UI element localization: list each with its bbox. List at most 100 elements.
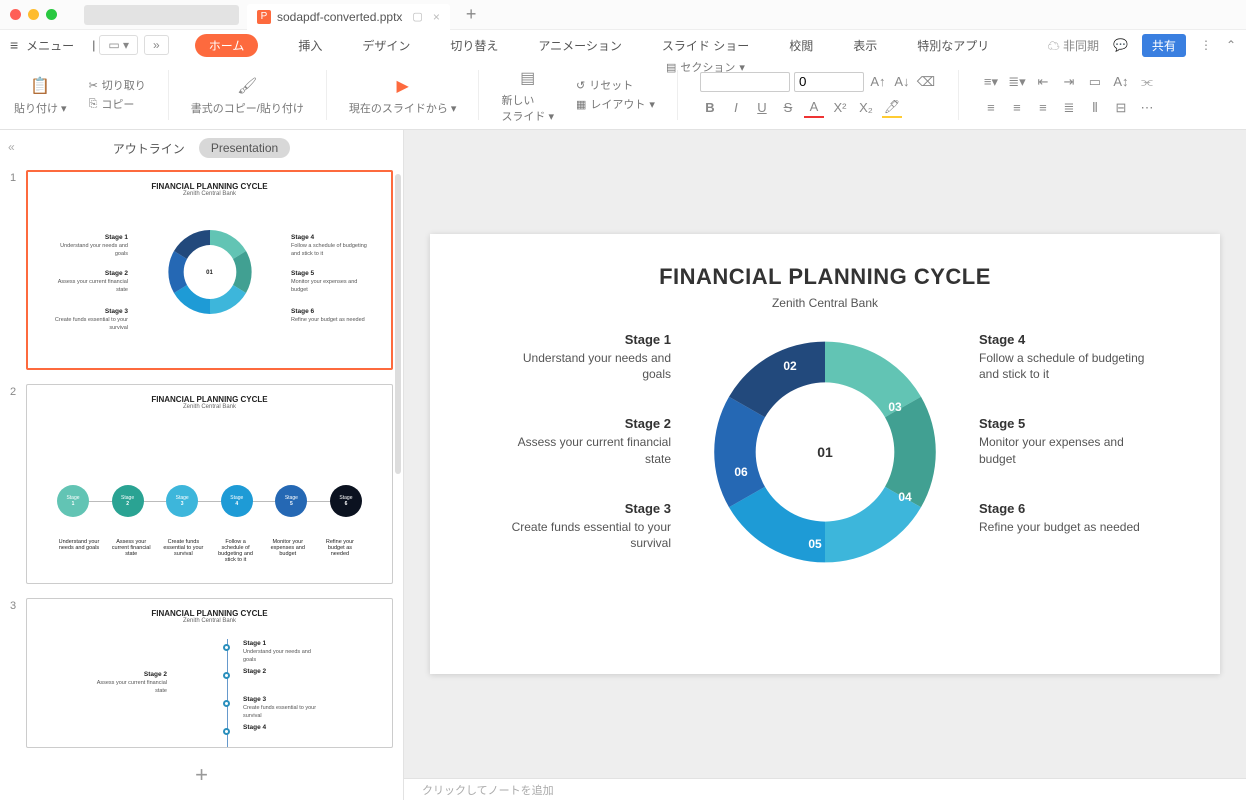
more-para-button[interactable]: ⋯ bbox=[1137, 98, 1157, 118]
numbering-button[interactable]: ≣▾ bbox=[1007, 72, 1027, 92]
tab-animation[interactable]: アニメーション bbox=[538, 37, 622, 54]
collapse-panel-icon[interactable]: « bbox=[8, 140, 15, 154]
collapse-ribbon-icon[interactable]: ⌃ bbox=[1226, 38, 1236, 52]
hamburger-icon[interactable]: ≡ bbox=[10, 37, 18, 53]
close-tab-icon[interactable]: × bbox=[433, 10, 440, 24]
scrollbar[interactable] bbox=[395, 174, 401, 474]
right-stages: Stage 4Follow a schedule of budgeting an… bbox=[979, 332, 1149, 585]
paste-icon[interactable]: 📋 bbox=[28, 74, 52, 98]
align-left-button[interactable]: ≡ bbox=[981, 98, 1001, 118]
document-tab[interactable]: P sodapdf-converted.pptx ▢ × bbox=[247, 4, 450, 30]
tab-transition[interactable]: 切り替え bbox=[450, 37, 498, 54]
reset-icon: ↺ bbox=[576, 79, 585, 92]
copy-button[interactable]: ⎘コピー bbox=[89, 96, 146, 112]
left-stages: Stage 1Understand your needs and goals S… bbox=[501, 332, 671, 585]
minimize-window-icon[interactable] bbox=[28, 9, 39, 20]
seg-label-04: 04 bbox=[898, 490, 911, 504]
separator bbox=[677, 70, 678, 120]
superscript-button[interactable]: X² bbox=[830, 98, 850, 118]
align-center-button[interactable]: ≡ bbox=[1007, 98, 1027, 118]
outdent-button[interactable]: ⇤ bbox=[1033, 72, 1053, 92]
format-painter-group[interactable]: 🖌 書式のコピー/貼り付け bbox=[191, 74, 304, 116]
divider: | bbox=[92, 38, 95, 52]
menu-label[interactable]: メニュー bbox=[26, 37, 74, 54]
text-direction-button[interactable]: A↕ bbox=[1111, 72, 1131, 92]
slide-wrap: FINANCIAL PLANNING CYCLE Zenith Central … bbox=[404, 130, 1246, 778]
tab-special[interactable]: 特別なアプリ bbox=[917, 37, 989, 54]
tab-home[interactable]: ホーム bbox=[195, 34, 259, 57]
outline-tab[interactable]: アウトライン bbox=[113, 140, 185, 157]
more-menu-icon[interactable]: ⋮ bbox=[1200, 38, 1212, 52]
slide-subtitle: Zenith Central Bank bbox=[470, 296, 1180, 310]
font-group: A↑ A↓ ⌫ B I U S A X² X₂ 🖊 bbox=[700, 72, 936, 118]
indent-button[interactable]: ⇥ bbox=[1059, 72, 1079, 92]
maximize-window-icon[interactable] bbox=[46, 9, 57, 20]
underline-button[interactable]: U bbox=[752, 98, 772, 118]
strike-button[interactable]: S bbox=[778, 98, 798, 118]
bold-button[interactable]: B bbox=[700, 98, 720, 118]
slide-canvas[interactable]: FINANCIAL PLANNING CYCLE Zenith Central … bbox=[430, 234, 1220, 674]
layout-sub: ↺リセット ▦レイアウト ▾ ▤セクション ▾ bbox=[576, 77, 655, 112]
slide-number: 1 bbox=[10, 170, 26, 370]
sync-status[interactable]: ☁ 非同期 bbox=[1048, 37, 1099, 54]
align-right-button[interactable]: ≡ bbox=[1033, 98, 1053, 118]
subscript-button[interactable]: X₂ bbox=[856, 98, 876, 118]
close-window-icon[interactable] bbox=[10, 9, 21, 20]
tab-slideshow[interactable]: スライド ショー bbox=[662, 37, 749, 54]
from-slide-group[interactable]: ▶ 現在のスライドから ▾ bbox=[349, 74, 457, 116]
slide-panel: « アウトライン Presentation 1 FINANCIAL PLANNI… bbox=[0, 130, 404, 800]
highlight-bg-button[interactable]: ▭ bbox=[1085, 72, 1105, 92]
highlight-button[interactable]: 🖊 bbox=[882, 98, 902, 118]
line-spacing-button[interactable]: ⫘ bbox=[1137, 72, 1157, 92]
side-tabs: アウトライン Presentation bbox=[0, 130, 403, 166]
clipboard-sub: ✂切り取り ⎘コピー bbox=[89, 77, 146, 112]
titlebar-placeholder bbox=[84, 5, 239, 25]
clear-format-icon[interactable]: ⌫ bbox=[916, 72, 936, 92]
reset-button[interactable]: ↺リセット bbox=[576, 77, 655, 93]
thumb-row-3: 3 FINANCIAL PLANNING CYCLE Zenith Centra… bbox=[0, 594, 403, 758]
decrease-font-icon[interactable]: A↓ bbox=[892, 72, 912, 92]
paste-label[interactable]: 貼り付け ▾ bbox=[14, 100, 67, 116]
font-size-select[interactable] bbox=[794, 72, 864, 92]
thumb-row-2: 2 FINANCIAL PLANNING CYCLE Zenith Centra… bbox=[0, 380, 403, 594]
bullets-button[interactable]: ≡▾ bbox=[981, 72, 1001, 92]
titlebar: P sodapdf-converted.pptx ▢ × + bbox=[0, 0, 1246, 30]
cycle-center: 01 bbox=[782, 409, 868, 495]
cut-button[interactable]: ✂切り取り bbox=[89, 77, 146, 93]
add-slide-button[interactable]: + bbox=[0, 758, 403, 792]
slide-thumbnail-3[interactable]: FINANCIAL PLANNING CYCLE Zenith Central … bbox=[26, 598, 393, 748]
paste-group: 📋 貼り付け ▾ bbox=[14, 74, 67, 116]
tab-design[interactable]: デザイン bbox=[362, 37, 410, 54]
justify-button[interactable]: ≣ bbox=[1059, 98, 1079, 118]
section-button[interactable]: ▤セクション ▾ bbox=[666, 59, 745, 75]
tab-review[interactable]: 校閲 bbox=[789, 37, 813, 54]
section-icon: ▤ bbox=[666, 61, 676, 74]
new-tab-button[interactable]: + bbox=[466, 4, 477, 25]
increase-font-icon[interactable]: A↑ bbox=[868, 72, 888, 92]
slide-thumbnail-2[interactable]: FINANCIAL PLANNING CYCLE Zenith Central … bbox=[26, 384, 393, 584]
layout-button[interactable]: ▦レイアウト ▾ bbox=[576, 96, 655, 112]
slide-thumbnail-1[interactable]: FINANCIAL PLANNING CYCLE Zenith Central … bbox=[26, 170, 393, 370]
stage-1: Stage 1Understand your needs and goals bbox=[501, 332, 671, 382]
separator bbox=[168, 70, 169, 120]
tab-preview-icon[interactable]: ▢ bbox=[412, 10, 422, 23]
tab-insert[interactable]: 挿入 bbox=[298, 37, 322, 54]
new-slide-group[interactable]: ▤ 新しいスライド ▾ bbox=[501, 66, 554, 124]
presentation-tab[interactable]: Presentation bbox=[199, 138, 290, 158]
main-area: « アウトライン Presentation 1 FINANCIAL PLANNI… bbox=[0, 130, 1246, 800]
new-slide-label: 新しいスライド ▾ bbox=[501, 92, 554, 124]
play-icon: ▶ bbox=[391, 74, 415, 98]
notes-placeholder[interactable]: クリックしてノートを追加 bbox=[404, 778, 1246, 800]
copy-icon: ⎘ bbox=[89, 98, 98, 111]
comment-icon[interactable]: 💬 bbox=[1113, 38, 1128, 52]
distribute-h-button[interactable]: ⫴ bbox=[1085, 98, 1105, 118]
open-button[interactable]: ▭ ▾ bbox=[99, 35, 138, 55]
more-button[interactable]: » bbox=[144, 35, 169, 55]
italic-button[interactable]: I bbox=[726, 98, 746, 118]
font-color-button[interactable]: A bbox=[804, 98, 824, 118]
share-button[interactable]: 共有 bbox=[1142, 34, 1186, 57]
tab-view[interactable]: 表示 bbox=[853, 37, 877, 54]
cut-icon: ✂ bbox=[89, 79, 98, 92]
cycle-diagram: 01 02 03 04 05 06 bbox=[705, 332, 945, 572]
split-text-button[interactable]: ⊟ bbox=[1111, 98, 1131, 118]
